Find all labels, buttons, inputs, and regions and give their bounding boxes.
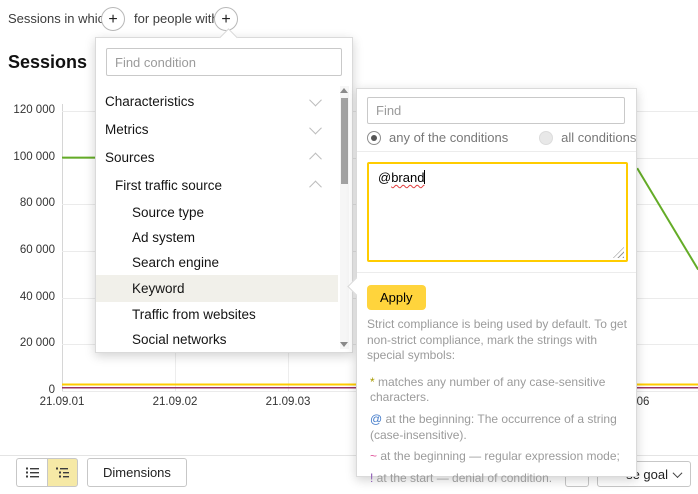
scroll-down-icon[interactable] xyxy=(340,342,348,347)
y-axis-label: 40 000 xyxy=(0,291,55,303)
y-axis-label: 0 xyxy=(0,384,55,396)
y-axis-line xyxy=(62,104,63,391)
text-cursor xyxy=(424,170,425,184)
value-prefix: @ xyxy=(378,170,391,185)
tilde-symbol: ~ xyxy=(370,449,377,463)
condition-item-first-traffic-source[interactable]: First traffic source xyxy=(96,171,338,200)
y-axis-label: 100 000 xyxy=(0,151,55,163)
dropdown-scrollbar[interactable] xyxy=(340,86,349,349)
condition-item-characteristics[interactable]: Characteristics xyxy=(96,87,338,115)
help-rule-at: @ at the beginning: The occurrence of a … xyxy=(367,412,627,443)
tree-view-icon xyxy=(55,466,70,479)
syntax-help: Strict compliance is being used by defau… xyxy=(367,317,627,492)
chevron-up-icon xyxy=(309,181,322,194)
condition-item-keyword[interactable]: Keyword xyxy=(96,275,338,302)
chevron-down-icon xyxy=(309,121,322,134)
condition-value-textarea[interactable]: @brand xyxy=(367,162,628,262)
list-view-icon xyxy=(25,466,40,479)
apply-button[interactable]: Apply xyxy=(367,285,426,310)
x-axis-label: 21.09.03 xyxy=(248,396,328,408)
chart-line-sessions-green xyxy=(637,168,698,269)
scrollbar-thumb[interactable] xyxy=(341,98,348,184)
help-rule-asterisk: * matches any number of any case-sensiti… xyxy=(367,375,627,406)
x-axis-label: 21.09.01 xyxy=(22,396,102,408)
chevron-down-icon xyxy=(673,468,683,478)
condition-item-sources[interactable]: Sources xyxy=(96,143,338,171)
y-axis-label: 20 000 xyxy=(0,337,55,349)
radio-all-label: all conditions xyxy=(561,130,636,145)
resize-handle-icon[interactable] xyxy=(613,247,624,258)
list-view-button[interactable] xyxy=(16,458,47,487)
dimensions-button[interactable]: Dimensions xyxy=(87,458,187,487)
help-rule-exclamation: ! at the start — denial of condition. xyxy=(367,471,627,487)
radio-any-conditions[interactable] xyxy=(367,131,381,145)
keyword-value-popup: any of the conditions all conditions @br… xyxy=(356,88,637,477)
radio-all-conditions[interactable] xyxy=(539,131,553,145)
popup-divider xyxy=(357,151,636,152)
y-axis-label: 120 000 xyxy=(0,104,55,116)
scroll-up-icon[interactable] xyxy=(340,88,348,93)
y-axis-label: 80 000 xyxy=(0,197,55,209)
x-axis-label: 21.09.02 xyxy=(135,396,215,408)
at-symbol: @ xyxy=(370,412,382,426)
condition-list: Characteristics Metrics Sources First tr… xyxy=(96,87,338,352)
value-word: brand xyxy=(391,170,424,185)
tree-view-button[interactable] xyxy=(47,458,78,487)
condition-item-social-networks[interactable]: Social networks xyxy=(96,327,338,352)
radio-any-label: any of the conditions xyxy=(389,130,508,145)
condition-item-ad-system[interactable]: Ad system xyxy=(96,225,338,250)
chevron-up-icon xyxy=(309,152,322,165)
view-toggle xyxy=(16,458,78,487)
condition-item-search-engine[interactable]: Search engine xyxy=(96,250,338,275)
condition-dropdown: Characteristics Metrics Sources First tr… xyxy=(95,37,353,353)
help-intro: Strict compliance is being used by defau… xyxy=(367,317,627,364)
find-value-input[interactable] xyxy=(367,97,625,124)
help-rule-tilde: ~ at the beginning — regular expression … xyxy=(367,449,627,465)
y-axis-label: 60 000 xyxy=(0,244,55,256)
match-mode-radios: any of the conditions all conditions xyxy=(367,129,636,147)
condition-item-traffic-from-websites[interactable]: Traffic from websites xyxy=(96,302,338,327)
analytics-app: Sessions in which + for people with + Se… xyxy=(0,0,698,494)
condition-item-source-type[interactable]: Source type xyxy=(96,200,338,225)
popup-divider xyxy=(357,272,636,273)
chevron-down-icon xyxy=(309,93,322,106)
condition-item-metrics[interactable]: Metrics xyxy=(96,115,338,143)
find-condition-input[interactable] xyxy=(106,48,342,76)
